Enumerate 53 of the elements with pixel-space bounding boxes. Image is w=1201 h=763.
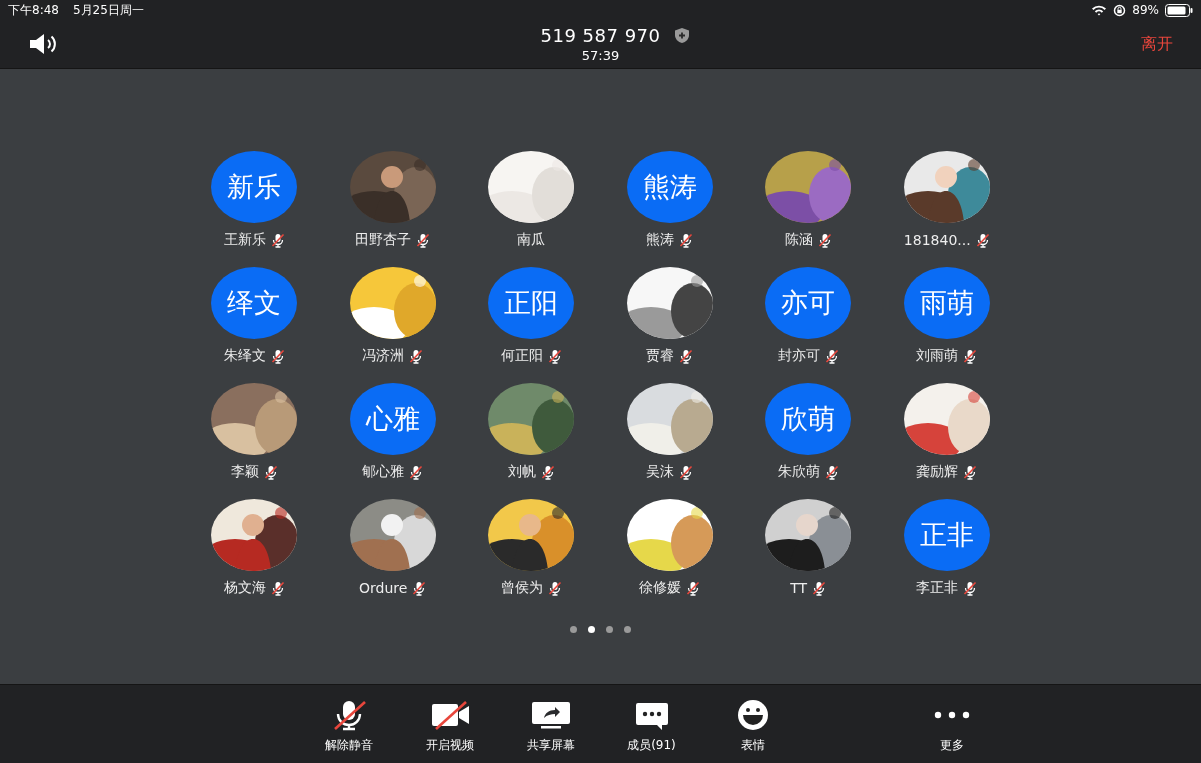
participant-name: 陈涵	[784, 231, 813, 249]
status-date: 5月25日周一	[72, 1, 144, 19]
participant-name: 龚励辉	[916, 463, 959, 481]
participant-name: 熊涛	[646, 231, 675, 249]
page-dot[interactable]	[606, 626, 613, 633]
participant-name: 贾睿	[646, 347, 675, 365]
page-dot[interactable]	[570, 626, 577, 633]
participant-name: 徐修媛	[639, 579, 682, 597]
participant-name: 朱绎文	[223, 347, 266, 365]
page-dot[interactable]	[588, 626, 595, 633]
meeting-id: 519 587 970	[540, 25, 661, 46]
battery-percent: 89%	[1132, 3, 1159, 17]
meeting-duration: 57:39	[581, 48, 620, 63]
participant-name: 杨文海	[223, 579, 266, 597]
participant-name: 吴沫	[646, 463, 675, 481]
participant-name: 李正非	[916, 579, 959, 597]
page-dot[interactable]	[624, 626, 631, 633]
emoji-button[interactable]: 表情	[702, 685, 803, 763]
participant-name: 王新乐	[223, 231, 266, 249]
avatar[interactable]: 绎文	[211, 267, 298, 339]
avatar[interactable]: 新乐	[211, 151, 298, 223]
video-button[interactable]: 开启视频	[399, 685, 500, 763]
avatar[interactable]: 亦可	[765, 267, 852, 339]
battery-icon	[1165, 3, 1193, 17]
participant-name: 封亦可	[777, 347, 820, 365]
participant-name: 李颖	[230, 463, 259, 481]
leave-button[interactable]: 离开	[1141, 31, 1173, 57]
avatar[interactable]: 心雅	[349, 383, 436, 455]
avatar[interactable]: 熊涛	[626, 151, 713, 223]
avatar[interactable]: 欣萌	[765, 383, 852, 455]
participant-name: 朱欣萌	[777, 463, 820, 481]
participant-name: 刘帆	[507, 463, 536, 481]
participant-name: 何正阳	[500, 347, 543, 365]
avatar[interactable]: 雨萌	[903, 267, 990, 339]
members-button[interactable]: 成员(91)	[601, 685, 702, 763]
more-button[interactable]: 更多	[901, 685, 1002, 763]
participant-name: 曾侯为	[500, 579, 543, 597]
avatar[interactable]: 正非	[903, 499, 990, 571]
rotation-lock-icon	[1113, 3, 1127, 17]
shield-icon[interactable]	[674, 28, 689, 43]
share-screen-button[interactable]: 共享屏幕	[500, 685, 601, 763]
participant-name: Ordure	[359, 580, 408, 596]
participant-name: TT	[790, 580, 808, 596]
participant-name: 冯济洲	[362, 347, 405, 365]
participant-name: 田野杏子	[355, 231, 412, 249]
wifi-icon	[1091, 4, 1108, 16]
status-time: 下午8:48	[8, 1, 59, 19]
participant-name: 181840...	[903, 232, 971, 248]
unmute-button[interactable]: 解除静音	[298, 685, 399, 763]
participant-name: 刘雨萌	[916, 347, 959, 365]
participant-name: 郇心雅	[362, 463, 405, 481]
participant-name: 南瓜	[517, 231, 546, 249]
avatar[interactable]: 正阳	[488, 267, 575, 339]
